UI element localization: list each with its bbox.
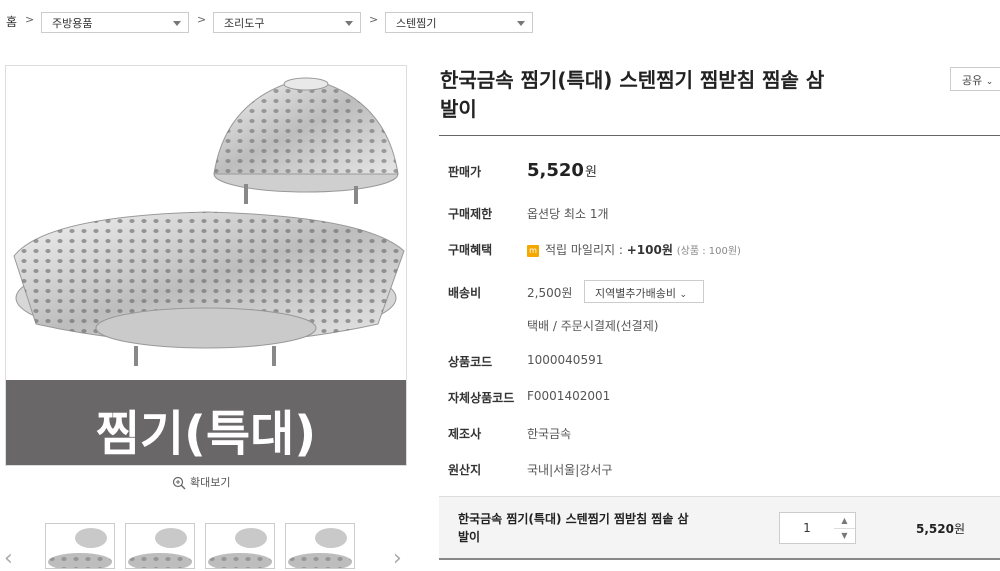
product-code-value: 1000040591 bbox=[527, 353, 604, 367]
product-title-line2: 발이 bbox=[440, 97, 477, 121]
chevron-down-icon bbox=[173, 21, 181, 26]
benefit-value: m 적립 마일리지 : +100원 (상품 : 100원) bbox=[527, 241, 741, 258]
chevron-down-icon bbox=[345, 21, 353, 26]
order-name-line1: 한국금속 찜기(특대) 스텐찜기 찜받침 찜솥 삼 bbox=[458, 512, 689, 526]
product-code-label: 상품코드 bbox=[448, 355, 493, 369]
price-label: 판매가 bbox=[448, 165, 482, 179]
zoom-in-icon bbox=[172, 476, 186, 490]
thumbnail-prev-icon[interactable]: ‹ bbox=[4, 546, 13, 571]
chevron-down-icon bbox=[517, 21, 525, 26]
maker-value: 한국금속 bbox=[527, 427, 572, 441]
title-divider bbox=[439, 135, 1000, 136]
product-title: 한국금속 찜기(특대) 스텐찜기 찜받침 찜솥 삼 발이 bbox=[440, 66, 910, 124]
maker-label: 제조사 bbox=[448, 427, 482, 441]
image-banner-text: 찜기(특대) bbox=[95, 406, 317, 462]
share-label: 공유 bbox=[962, 74, 983, 87]
chevron-down-icon: ⌄ bbox=[679, 290, 688, 300]
benefit-points: +100원 bbox=[626, 243, 673, 257]
order-price: 5,520원 bbox=[916, 522, 966, 536]
shipping-label: 배송비 bbox=[448, 286, 482, 300]
limit-label: 구매제한 bbox=[448, 207, 493, 221]
thumbnail-next-icon[interactable]: › bbox=[393, 546, 402, 571]
thumbnail-2[interactable] bbox=[125, 523, 195, 569]
product-title-line1: 한국금속 찜기(특대) 스텐찜기 찜받침 찜솥 삼 bbox=[440, 68, 825, 92]
origin-value: 국내|서울|강서구 bbox=[527, 463, 613, 477]
mileage-icon: m bbox=[527, 244, 539, 257]
quantity-stepper[interactable]: ▲ ▼ bbox=[834, 512, 856, 544]
quantity-down-icon[interactable]: ▼ bbox=[834, 528, 855, 543]
benefit-label: 구매혜택 bbox=[448, 243, 493, 257]
benefit-text: 적립 마일리지 : bbox=[545, 243, 627, 257]
own-code-value: F0001402001 bbox=[527, 389, 611, 403]
thumbnail-3[interactable] bbox=[205, 523, 275, 569]
chevron-right-icon: > bbox=[369, 13, 379, 26]
quantity-input[interactable]: 1 bbox=[779, 512, 835, 544]
product-main-image[interactable]: 찜기(특대) bbox=[5, 65, 407, 466]
share-button[interactable]: 공유 ⌄ bbox=[950, 67, 1000, 91]
breadcrumb-home-link[interactable]: 홈 bbox=[6, 13, 17, 30]
price-value: 5,520원 bbox=[527, 160, 597, 181]
own-code-label: 자체상품코드 bbox=[448, 391, 515, 405]
thumbnail-4[interactable] bbox=[285, 523, 355, 569]
category-select-1[interactable]: 주방용품 bbox=[41, 12, 189, 33]
category-select-label: 조리도구 bbox=[224, 17, 265, 30]
steamer-basket-illustration bbox=[13, 77, 405, 366]
order-name-line2: 발이 bbox=[458, 530, 481, 544]
category-select-label: 주방용품 bbox=[52, 17, 93, 30]
regional-shipping-label: 지역별추가배송비 bbox=[595, 287, 676, 300]
limit-value: 옵션당 최소 1개 bbox=[527, 207, 609, 221]
zoom-button[interactable]: 확대보기 bbox=[172, 474, 230, 490]
quantity-up-icon[interactable]: ▲ bbox=[834, 513, 855, 529]
image-banner: 찜기(특대) bbox=[6, 380, 406, 465]
thumbnail-1[interactable] bbox=[45, 523, 115, 569]
regional-shipping-button[interactable]: 지역별추가배송비 ⌄ bbox=[584, 280, 704, 303]
chevron-right-icon: > bbox=[197, 13, 207, 26]
zoom-label: 확대보기 bbox=[190, 476, 231, 489]
chevron-down-icon: ⌄ bbox=[985, 77, 994, 87]
benefit-detail: (상품 : 100원) bbox=[676, 246, 741, 257]
shipping-value: 2,500원 bbox=[527, 286, 573, 300]
chevron-right-icon: > bbox=[25, 13, 35, 26]
order-product-name: 한국금속 찜기(특대) 스텐찜기 찜받침 찜솥 삼 발이 bbox=[458, 510, 748, 546]
category-select-3[interactable]: 스텐찜기 bbox=[385, 12, 533, 33]
category-select-label: 스텐찜기 bbox=[396, 17, 437, 30]
category-select-2[interactable]: 조리도구 bbox=[213, 12, 361, 33]
origin-label: 원산지 bbox=[448, 463, 482, 477]
shipping-method: 택배 / 주문시결제(선결제) bbox=[527, 319, 659, 333]
